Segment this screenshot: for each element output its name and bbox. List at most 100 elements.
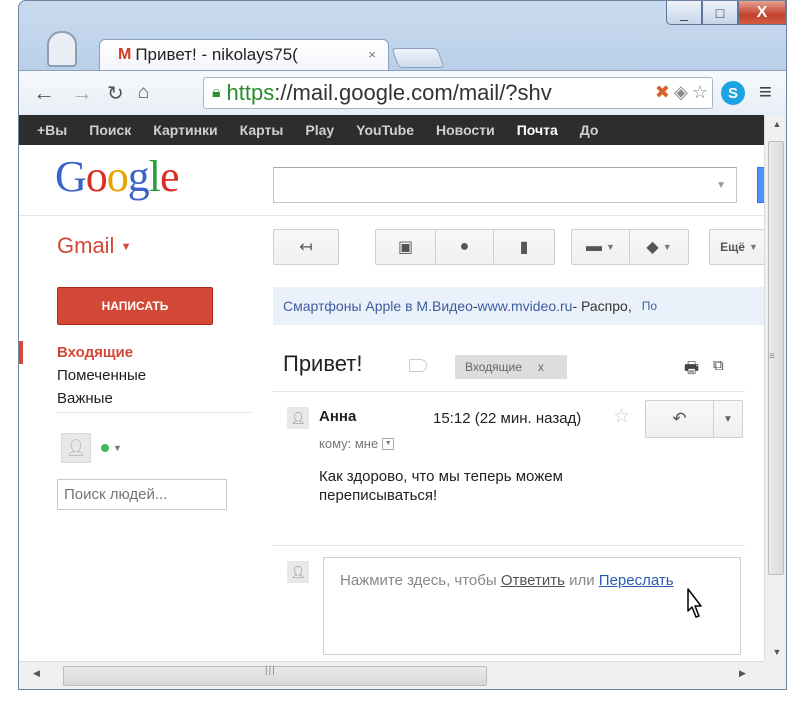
- archive-icon[interactable]: ▣: [376, 230, 436, 264]
- tab-title: Привет! - nikolays75(: [135, 45, 298, 64]
- compose-button[interactable]: НАПИСАТЬ: [57, 287, 213, 325]
- reply-box[interactable]: Нажмите здесь, чтобы Ответить или Пересл…: [323, 557, 741, 655]
- chevron-down-icon: ▼: [120, 241, 132, 254]
- star-icon[interactable]: ☆: [613, 405, 630, 428]
- important-marker-icon[interactable]: [409, 359, 427, 372]
- show-details-icon[interactable]: ▼: [382, 437, 395, 450]
- action-button-group: ▣ ● ▮: [375, 229, 555, 265]
- gmail-favicon-icon: M: [118, 46, 132, 63]
- people-search-input[interactable]: [57, 479, 227, 510]
- url-path: ://mail.google.com/mail/?shv: [274, 80, 552, 105]
- scroll-up-icon[interactable]: ▲: [765, 115, 786, 133]
- ad-more-link[interactable]: По: [642, 299, 657, 313]
- chevron-down-icon[interactable]: ▼: [113, 443, 122, 453]
- reply-avatar: 👤︎: [287, 561, 309, 583]
- browser-toolbar: ← → ↻ ⌂ 🔒︎ https://mail.google.com/mail/…: [19, 70, 786, 115]
- sidebar-item-inbox[interactable]: Входящие: [19, 341, 251, 364]
- gbar-images[interactable]: Картинки: [153, 122, 217, 138]
- address-bar-icons: ✖ ◈ ☆: [655, 82, 708, 103]
- move-label-group: ▬ ▼ ◆ ▼: [571, 229, 689, 265]
- horizontal-scrollbar[interactable]: ◀ ||| ▶: [19, 661, 764, 689]
- sender-avatar: 👤︎: [287, 407, 309, 429]
- gbar-news[interactable]: Новости: [436, 122, 495, 138]
- more-button[interactable]: Ещё ▼: [709, 229, 764, 265]
- new-window-icon[interactable]: ⧉: [713, 357, 724, 374]
- labels-button[interactable]: ◆ ▼: [630, 230, 688, 264]
- gmail-page: +Вы Поиск Картинки Карты Play YouTube Но…: [19, 115, 764, 661]
- gbar-maps[interactable]: Карты: [240, 122, 284, 138]
- profile-icon[interactable]: [47, 31, 77, 67]
- search-button[interactable]: [757, 167, 764, 203]
- google-bar: +Вы Поиск Картинки Карты Play YouTube Но…: [19, 115, 764, 145]
- message-body: Как здорово, что мы теперь можем перепис…: [319, 468, 563, 504]
- header-divider: [19, 215, 764, 216]
- browser-window: _ □ X M Привет! - nikolays75( × ← → ↻ ⌂ …: [18, 0, 787, 690]
- ad-url[interactable]: www.mvideo.ru: [478, 298, 573, 314]
- bookmark-star-icon[interactable]: ☆: [692, 82, 708, 103]
- close-window-button[interactable]: X: [738, 1, 786, 25]
- reply-button[interactable]: ↶: [646, 401, 714, 437]
- ad-title-link[interactable]: Смартфоны Apple в М.Видео: [283, 298, 473, 314]
- report-spam-icon[interactable]: ●: [436, 230, 494, 264]
- label-tag-icon: ◆: [646, 239, 659, 256]
- back-arrow-icon[interactable]: ←: [33, 80, 55, 106]
- reply-link[interactable]: Ответить: [501, 572, 565, 589]
- gbar-play[interactable]: Play: [305, 122, 334, 138]
- move-to-button[interactable]: ▬ ▼: [572, 230, 630, 264]
- ad-banner[interactable]: Смартфоны Apple в М.Видео - www.mvideo.r…: [273, 287, 764, 325]
- chat-status: 👤︎ ▼: [61, 433, 122, 463]
- sidebar-item-important[interactable]: Важные: [19, 387, 251, 410]
- grip-icon: |||: [265, 665, 276, 676]
- scroll-left-icon[interactable]: ◀: [33, 668, 40, 679]
- lock-icon: 🔒︎: [212, 84, 221, 101]
- extension-icon[interactable]: ✖: [655, 82, 670, 103]
- message-time: 15:12 (22 мин. назад): [433, 410, 582, 427]
- reload-icon[interactable]: ↻: [107, 81, 124, 106]
- browser-tab[interactable]: M Привет! - nikolays75( ×: [99, 39, 389, 70]
- home-icon[interactable]: ⌂: [138, 82, 149, 104]
- forward-link[interactable]: Переслать: [599, 572, 674, 589]
- avatar[interactable]: 👤︎: [61, 433, 91, 463]
- tracking-icon[interactable]: ◈: [674, 82, 688, 103]
- window-controls: _ □ X: [666, 1, 786, 27]
- browser-menu-icon[interactable]: ≡: [759, 79, 772, 105]
- scroll-down-icon[interactable]: ▼: [765, 643, 786, 661]
- mouse-pointer-icon: [687, 588, 702, 618]
- scroll-right-icon[interactable]: ▶: [739, 668, 746, 679]
- minimize-button[interactable]: _: [666, 1, 702, 25]
- back-to-inbox-button[interactable]: ↤: [273, 229, 339, 265]
- status-dot-icon[interactable]: [101, 444, 109, 452]
- google-logo[interactable]: Google: [55, 151, 180, 202]
- message-divider: [273, 391, 745, 392]
- gbar-more[interactable]: До: [580, 122, 599, 138]
- mail-search-input[interactable]: ▼: [273, 167, 737, 203]
- vertical-scrollbar[interactable]: ▲ ≡ ▼: [764, 115, 786, 661]
- delete-icon[interactable]: ▮: [494, 230, 554, 264]
- search-options-icon[interactable]: ▼: [716, 180, 726, 191]
- gbar-search[interactable]: Поиск: [89, 122, 131, 138]
- gmail-menu[interactable]: Gmail ▼: [57, 233, 131, 259]
- back-arrow-icon: ↤: [299, 239, 313, 256]
- gbar-youtube[interactable]: YouTube: [356, 122, 414, 138]
- maximize-button[interactable]: □: [702, 1, 738, 25]
- address-bar[interactable]: 🔒︎ https://mail.google.com/mail/?shv ✖ ◈…: [203, 77, 713, 109]
- gbar-mail[interactable]: Почта: [517, 122, 558, 138]
- reply-divider: [273, 545, 745, 546]
- chevron-down-icon: ▼: [723, 413, 733, 425]
- gbar-plus[interactable]: +Вы: [37, 122, 67, 138]
- message-subject: Привет!: [283, 351, 363, 376]
- forward-arrow-icon[interactable]: →: [71, 80, 93, 106]
- sender-name[interactable]: Анна: [319, 408, 356, 425]
- sidebar-divider: [57, 412, 251, 413]
- remove-label-icon[interactable]: x: [538, 360, 544, 374]
- sidebar-item-starred[interactable]: Помеченные: [19, 364, 251, 387]
- print-icon[interactable]: 🖶︎: [684, 357, 699, 384]
- new-tab-button[interactable]: [391, 48, 445, 68]
- grip-icon: ≡: [769, 351, 775, 362]
- url-scheme: https: [226, 80, 275, 105]
- skype-icon[interactable]: S: [721, 81, 745, 105]
- tab-close-icon[interactable]: ×: [368, 47, 376, 62]
- sidebar-nav: Входящие Помеченные Важные: [19, 341, 251, 413]
- more-actions-button[interactable]: ▼: [714, 401, 742, 437]
- recipient-line: кому: мне ▼: [319, 436, 395, 451]
